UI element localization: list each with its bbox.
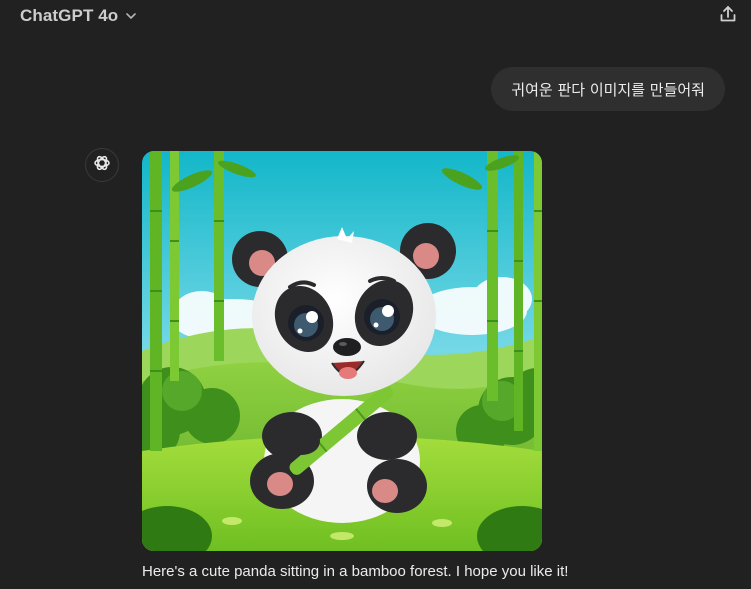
assistant-avatar	[85, 148, 119, 182]
top-bar: ChatGPT 4o	[0, 0, 751, 34]
share-button[interactable]	[715, 3, 741, 29]
generated-panda-image[interactable]	[142, 151, 542, 551]
model-selector-button[interactable]: ChatGPT 4o	[14, 2, 144, 30]
user-message-text: 귀여운 판다 이미지를 만들어줘	[511, 80, 705, 99]
share-upload-icon	[718, 4, 738, 29]
chevron-down-icon	[124, 9, 138, 23]
chat-app: ChatGPT 4o 귀여운 판다 이미지를 만들어줘 Here's a cut…	[0, 0, 751, 589]
assistant-message-text: Here's a cute panda sitting in a bamboo …	[142, 563, 569, 580]
openai-logo-icon	[92, 153, 112, 178]
user-message-bubble: 귀여운 판다 이미지를 만들어줘	[491, 67, 725, 111]
model-name: ChatGPT 4o	[20, 6, 119, 25]
